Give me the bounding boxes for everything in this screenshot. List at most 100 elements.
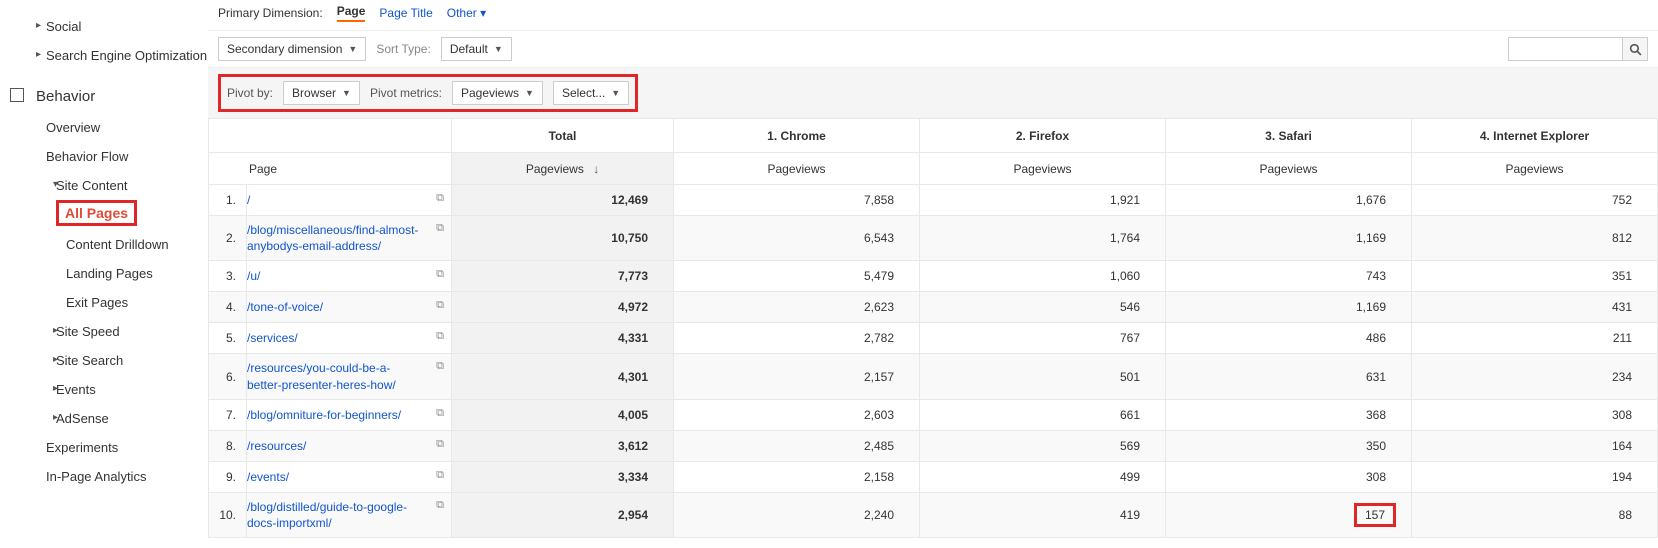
table-row: 2./blog/miscellaneous/find-almost-anybod… — [209, 216, 1658, 261]
nav-experiments[interactable]: Experiments — [0, 433, 208, 462]
search-button[interactable] — [1622, 37, 1648, 61]
header-group-ie[interactable]: 4. Internet Explorer — [1412, 119, 1658, 153]
metric-cell: 368 — [1166, 399, 1412, 430]
page-link[interactable]: /resources/ — [247, 438, 429, 454]
row-index: 10. — [209, 492, 247, 537]
annotation-pivot-controls: Pivot by: Browser ▼ Pivot metrics: Pagev… — [218, 74, 638, 112]
pivot-by-value: Browser — [292, 86, 336, 100]
page-link[interactable]: /blog/omniture-for-beginners/ — [247, 407, 429, 423]
pivot-metrics-label: Pivot metrics: — [370, 86, 442, 100]
table-row: 6./resources/you-could-be-a-better-prese… — [209, 354, 1658, 399]
nav-adsense[interactable]: AdSense — [0, 404, 208, 433]
search-input[interactable] — [1508, 37, 1623, 61]
external-link-icon[interactable]: ⧉ — [429, 299, 451, 312]
page-link[interactable]: / — [247, 192, 429, 208]
external-link-icon[interactable]: ⧉ — [429, 407, 451, 420]
page-link[interactable]: /tone-of-voice/ — [247, 299, 429, 315]
nav-section-label: Behavior — [36, 88, 95, 105]
row-index: 5. — [209, 323, 247, 354]
table-row: 7./blog/omniture-for-beginners/⧉4,0052,6… — [209, 399, 1658, 430]
external-link-icon[interactable]: ⧉ — [429, 222, 451, 235]
header-group-safari[interactable]: 3. Safari — [1166, 119, 1412, 153]
nav-content-drilldown[interactable]: Content Drilldown — [0, 230, 208, 259]
nav-inpage-analytics[interactable]: In-Page Analytics — [0, 462, 208, 491]
nav-seo[interactable]: Search Engine Optimization — [0, 41, 208, 70]
page-link[interactable]: /u/ — [247, 268, 429, 284]
pivot-metrics-dropdown[interactable]: Pageviews ▼ — [452, 81, 543, 105]
metric-cell: 7,858 — [674, 185, 920, 216]
nav-landing-pages[interactable]: Landing Pages — [0, 259, 208, 288]
header-group-chrome[interactable]: 1. Chrome — [674, 119, 920, 153]
metric-cell: 2,485 — [674, 430, 920, 461]
secondary-dimension-dropdown[interactable]: Secondary dimension ▼ — [218, 37, 366, 61]
metric-cell: 2,157 — [674, 354, 920, 399]
arrow-down-icon: ↓ — [593, 162, 599, 176]
header-total-pageviews[interactable]: Pageviews ↓ — [452, 153, 674, 185]
nav-site-content[interactable]: Site Content — [0, 171, 208, 200]
row-page-cell: /blog/miscellaneous/find-almost-anybodys… — [247, 216, 452, 261]
external-link-icon[interactable]: ⧉ — [429, 469, 451, 482]
external-link-icon[interactable]: ⧉ — [429, 360, 451, 373]
chevron-down-icon: ▼ — [348, 44, 357, 54]
sort-type-label: Sort Type: — [376, 42, 430, 56]
behavior-icon — [10, 88, 24, 102]
metric-cell: 499 — [920, 461, 1166, 492]
nav-social[interactable]: Social — [0, 12, 208, 41]
external-link-icon[interactable]: ⧉ — [429, 330, 451, 343]
primary-dimension-row: Primary Dimension: Page Page Title Other… — [208, 0, 1658, 30]
external-link-icon[interactable]: ⧉ — [429, 438, 451, 451]
nav-behavior-flow[interactable]: Behavior Flow — [0, 142, 208, 171]
metric-cell: 3,612 — [452, 430, 674, 461]
nav-site-speed[interactable]: Site Speed — [0, 317, 208, 346]
nav-events[interactable]: Events — [0, 375, 208, 404]
row-index: 7. — [209, 399, 247, 430]
row-page-cell: /blog/omniture-for-beginners/⧉ — [247, 399, 452, 430]
page-link[interactable]: /blog/miscellaneous/find-almost-anybodys… — [247, 222, 429, 254]
primary-dim-page[interactable]: Page — [337, 4, 366, 22]
metric-cell: 164 — [1412, 430, 1658, 461]
nav-site-search[interactable]: Site Search — [0, 346, 208, 375]
row-page-cell: /u/⧉ — [247, 261, 452, 292]
chevron-down-icon: ▼ — [494, 44, 503, 54]
header-group-firefox[interactable]: 2. Firefox — [920, 119, 1166, 153]
metric-cell: 4,972 — [452, 292, 674, 323]
metric-cell: 2,603 — [674, 399, 920, 430]
table-row: 5./services/⧉4,3312,782767486211 — [209, 323, 1658, 354]
metric-cell: 2,240 — [674, 492, 920, 537]
pivot-by-dropdown[interactable]: Browser ▼ — [283, 81, 360, 105]
pivot-select-dropdown[interactable]: Select... ▼ — [553, 81, 629, 105]
chevron-down-icon: ▼ — [611, 88, 620, 98]
external-link-icon[interactable]: ⧉ — [429, 499, 451, 512]
header-ie-pageviews[interactable]: Pageviews — [1412, 153, 1658, 185]
metric-cell: 1,764 — [920, 216, 1166, 261]
external-link-icon[interactable]: ⧉ — [429, 192, 451, 205]
row-page-cell: /⧉ — [247, 185, 452, 216]
header-page[interactable]: Page — [209, 153, 452, 185]
header-firefox-pageviews[interactable]: Pageviews — [920, 153, 1166, 185]
primary-dim-page-title[interactable]: Page Title — [379, 6, 432, 20]
metric-cell: 5,479 — [674, 261, 920, 292]
row-page-cell: /events/⧉ — [247, 461, 452, 492]
primary-dim-other[interactable]: Other ▾ — [447, 6, 486, 20]
row-index: 2. — [209, 216, 247, 261]
nav-exit-pages[interactable]: Exit Pages — [0, 288, 208, 317]
page-link[interactable]: /blog/distilled/guide-to-google-docs-imp… — [247, 499, 429, 531]
nav-overview[interactable]: Overview — [0, 113, 208, 142]
sort-type-dropdown[interactable]: Default ▼ — [441, 37, 512, 61]
external-link-icon[interactable]: ⧉ — [429, 268, 451, 281]
metric-cell: 631 — [1166, 354, 1412, 399]
header-safari-pageviews[interactable]: Pageviews — [1166, 153, 1412, 185]
metric-cell: 1,060 — [920, 261, 1166, 292]
header-group-total[interactable]: Total — [452, 119, 674, 153]
sort-type-value: Default — [450, 42, 488, 56]
nav-all-pages[interactable]: All Pages — [65, 205, 128, 221]
metric-cell: 546 — [920, 292, 1166, 323]
header-chrome-pageviews[interactable]: Pageviews — [674, 153, 920, 185]
nav-section-behavior[interactable]: Behavior — [0, 80, 208, 113]
page-link[interactable]: /events/ — [247, 469, 429, 485]
metric-cell: 4,331 — [452, 323, 674, 354]
table-row: 9./events/⧉3,3342,158499308194 — [209, 461, 1658, 492]
metric-cell: 1,676 — [1166, 185, 1412, 216]
page-link[interactable]: /resources/you-could-be-a-better-present… — [247, 360, 429, 392]
page-link[interactable]: /services/ — [247, 330, 429, 346]
